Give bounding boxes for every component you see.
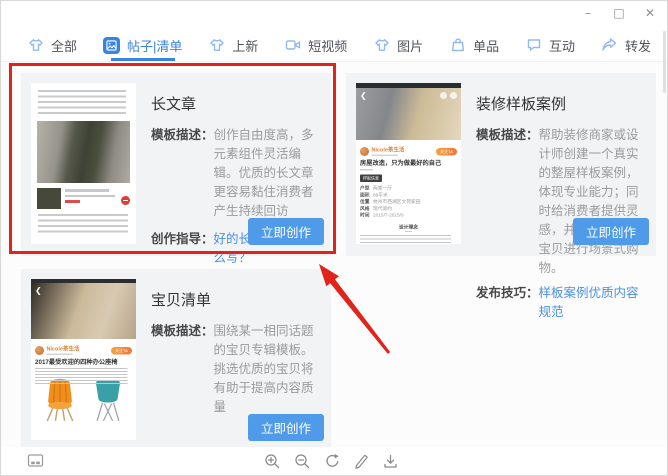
tips-link[interactable]: 样板案例优质内容规范 xyxy=(539,284,649,322)
street-fashion-photo xyxy=(37,121,130,183)
living-room-photo: ❮ xyxy=(356,88,461,140)
app-window: – □ ✕ 全部 帖子|清单 上新 短视频 xyxy=(0,0,668,476)
username: Nicole茶生活 xyxy=(372,147,405,153)
tshirt-icon xyxy=(27,37,44,54)
tab-interaction[interactable]: 互动 xyxy=(525,29,575,61)
card-body: 长文章 模板描述： 创作自由度高，多元素组件灵活编辑。优质的长文章更容易黏住消费… xyxy=(136,83,324,245)
text-placeholder-lines xyxy=(38,214,128,236)
desc-text: 创作自由度高，多元素组件灵活编辑。优质的长文章更容易黏住消费者产生持续回访 xyxy=(214,126,324,221)
back-chevron-icon: ❮ xyxy=(360,92,367,100)
follow-button: 关注TA xyxy=(436,148,457,156)
action-circles xyxy=(440,92,457,99)
content-type-tabbar: 全部 帖子|清单 上新 短视频 图片 xyxy=(1,29,667,61)
tab-label: 图片 xyxy=(397,36,423,55)
tab-label: 单品 xyxy=(473,36,499,55)
tab-label: 转发 xyxy=(625,36,651,55)
buy-badge-icon xyxy=(121,196,130,205)
create-now-button[interactable]: 立即创作 xyxy=(248,218,324,245)
picture-icon xyxy=(373,37,390,54)
tshirt-icon xyxy=(208,37,225,54)
image-card-icon xyxy=(103,37,120,54)
product-text-placeholder xyxy=(65,188,117,203)
template-card-long-article: 长文章 模板描述： 创作自由度高，多元素组件灵活编辑。优质的长文章更容易黏住消费… xyxy=(21,73,331,256)
long-article-preview xyxy=(31,83,136,244)
info-tag: 样板信息 xyxy=(360,175,382,183)
save-view-icon[interactable] xyxy=(27,453,44,470)
card-title: 宝贝清单 xyxy=(151,289,324,310)
tab-picture[interactable]: 图片 xyxy=(373,29,423,61)
tab-label: 帖子|清单 xyxy=(127,36,182,55)
post-title: 房屋改造，只为做最好的自己 xyxy=(360,160,457,167)
text-placeholder-lines xyxy=(360,235,451,243)
download-icon[interactable] xyxy=(382,453,399,470)
post-meta-placeholder xyxy=(47,354,73,356)
item-list-preview: ❮ Nicole茶生活 关注TA 2017最受欢迎的四种办公座椅 xyxy=(31,279,136,440)
create-now-button[interactable]: 立即创作 xyxy=(248,414,324,441)
tab-label: 互动 xyxy=(549,36,575,55)
post-meta-placeholder xyxy=(360,169,373,171)
tab-label: 上新 xyxy=(232,36,258,55)
card-body: 装修样板案例 模板描述： 帮助装修商家或设计师创建一个真实的整屋样板案例，体现专… xyxy=(461,83,649,245)
desc-label: 模板描述： xyxy=(151,126,214,221)
template-card-decor-showcase: ❮ Nicole茶生活 关注TA 房屋改造，只为做最好的自己 样板信息 户型两室… xyxy=(346,73,656,256)
window-controls: – □ ✕ xyxy=(579,4,659,22)
card-title: 长文章 xyxy=(151,93,324,114)
guide-label: 创作指导： xyxy=(151,230,214,268)
create-now-button[interactable]: 立即创作 xyxy=(573,218,649,245)
share-arrow-icon xyxy=(601,37,618,54)
tab-label: 全部 xyxy=(51,36,77,55)
tab-forward[interactable]: 转发 xyxy=(601,29,651,61)
username: Nicole茶生活 xyxy=(47,346,80,352)
tab-single-item[interactable]: 单品 xyxy=(449,29,499,61)
zoom-out-icon[interactable] xyxy=(294,453,311,470)
template-card-item-list: ❮ Nicole茶生活 关注TA 2017最受欢迎的四种办公座椅 xyxy=(21,269,331,452)
maximize-button[interactable]: □ xyxy=(610,4,628,22)
section-header: 设计理念 xyxy=(356,223,461,232)
desc-text: 围绕某一相同话题的宝贝专辑模板。挑选优质的宝贝将有助于提高内容质量 xyxy=(214,322,324,417)
shopping-bag-icon xyxy=(449,37,466,54)
product-card-row xyxy=(37,188,130,209)
house-info-rows: 户型两室一厅 面积89平米 位置杭州市西湖区文苑家园 风格现代简约 时间2015… xyxy=(360,185,457,219)
zoom-in-icon[interactable] xyxy=(264,453,281,470)
post-title: 2017最受欢迎的四种办公座椅 xyxy=(35,359,132,366)
author-row: Nicole茶生活 关注TA xyxy=(35,346,132,355)
card-title: 装修样板案例 xyxy=(476,93,649,114)
chat-bubble-icon xyxy=(525,37,542,54)
desc-text: 帮助装修商家或设计师创建一个真实的整屋样板案例，体现专业能力；同时给消费者提供灵… xyxy=(539,126,649,278)
tips-label: 发布技巧： xyxy=(476,284,539,322)
decor-showcase-preview: ❮ Nicole茶生活 关注TA 房屋改造，只为做最好的自己 样板信息 户型两室… xyxy=(356,83,461,244)
card-body: 宝贝清单 模板描述： 围绕某一相同话题的宝贝专辑模板。挑选优质的宝贝将有助于提高… xyxy=(136,279,324,441)
product-thumbnail xyxy=(37,188,61,209)
avatar xyxy=(35,346,44,355)
text-placeholder-lines xyxy=(38,90,126,116)
minimize-button[interactable]: – xyxy=(579,4,597,22)
bottom-toolbar xyxy=(1,447,667,475)
video-icon xyxy=(284,37,301,54)
tab-short-video[interactable]: 短视频 xyxy=(284,29,347,61)
close-button[interactable]: ✕ xyxy=(641,4,659,22)
desc-label: 模板描述： xyxy=(151,322,214,417)
avatar xyxy=(360,147,369,156)
post-meta-placeholder xyxy=(372,155,398,157)
desc-label: 模板描述： xyxy=(476,126,539,278)
tab-new-arrival[interactable]: 上新 xyxy=(208,29,258,61)
tab-posts-list[interactable]: 帖子|清单 xyxy=(103,29,182,61)
scrollbar-thumb[interactable] xyxy=(663,31,666,93)
title-bar: – □ ✕ xyxy=(1,1,667,29)
follow-button: 关注TA xyxy=(111,347,132,355)
refresh-icon[interactable] xyxy=(324,453,341,470)
author-row: Nicole茶生活 关注TA xyxy=(360,147,457,156)
text-placeholder-lines xyxy=(35,368,128,384)
price-placeholder xyxy=(65,200,80,203)
edit-icon[interactable] xyxy=(353,453,370,470)
tab-label: 短视频 xyxy=(308,36,347,55)
back-chevron-icon: ❮ xyxy=(35,287,42,295)
tab-all[interactable]: 全部 xyxy=(27,29,77,61)
chairs-photo: ❮ xyxy=(31,283,136,339)
